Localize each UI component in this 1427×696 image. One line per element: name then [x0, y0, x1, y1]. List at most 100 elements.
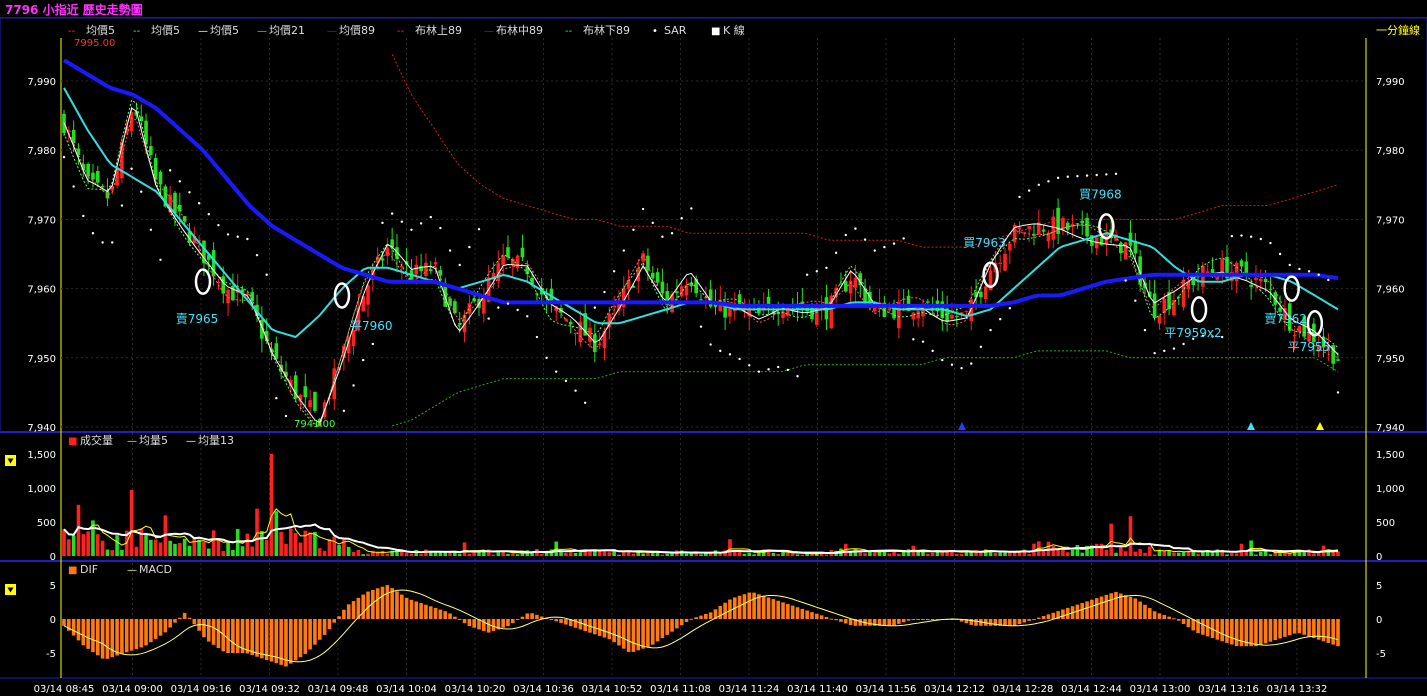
volume-bar	[250, 546, 255, 556]
candle-body	[149, 146, 153, 155]
candle-body	[954, 316, 959, 318]
volume-bar	[1302, 552, 1307, 556]
ma5-white-line	[63, 107, 1339, 424]
legend-marker: —	[484, 26, 494, 37]
sar-dot	[1114, 172, 1118, 176]
y-tick-label-left: 7,940	[27, 423, 56, 434]
candle-body	[95, 170, 100, 183]
dif-bar	[1094, 598, 1099, 619]
legend-label: 布林下89	[583, 23, 630, 37]
legend-label: 成交量	[80, 433, 113, 447]
dif-bar	[346, 604, 351, 619]
dif-bar	[337, 616, 341, 619]
dif-bar	[926, 619, 930, 620]
dif-bar	[448, 613, 452, 619]
candle-body	[453, 301, 457, 314]
volume-bar	[1104, 549, 1109, 556]
candle-body	[1003, 253, 1007, 271]
legend-marker: ■	[68, 565, 77, 576]
annotation-circle	[1190, 296, 1208, 323]
legend-label: 均價89	[339, 23, 375, 37]
dif-bar	[781, 602, 785, 619]
dif-bar	[375, 588, 380, 619]
volume-bar	[361, 554, 365, 556]
macd-panel-toggle-button[interactable]	[5, 584, 16, 595]
candle-body	[679, 286, 684, 297]
sar-dot	[593, 306, 597, 309]
dif-bar	[1283, 619, 1287, 637]
sar-dot	[236, 235, 239, 238]
dif-bar	[134, 619, 139, 650]
volume-bar	[491, 554, 496, 556]
dif-bar	[1287, 619, 1292, 636]
x-tick-label: 03/14 10:52	[582, 684, 643, 695]
dif-bar	[428, 606, 433, 619]
volume-bar	[462, 542, 467, 556]
y-tick-label-left: 7,980	[27, 146, 56, 157]
dif-bar	[776, 600, 781, 619]
dif-bar	[704, 613, 708, 619]
y-tick-label-right: 7,950	[1376, 354, 1405, 365]
dif-bar	[665, 619, 670, 635]
dif-bar	[1143, 604, 1147, 619]
dif-bar	[1167, 616, 1171, 619]
dif-bar	[631, 619, 636, 652]
ma5-green-line	[63, 99, 1339, 427]
sar-dot	[641, 207, 645, 211]
volume-bar	[419, 554, 423, 556]
candle-body	[1041, 229, 1046, 232]
dif-bar	[699, 615, 703, 619]
dif-bar	[901, 619, 906, 623]
volume-bar	[168, 540, 172, 556]
sar-dot	[1124, 279, 1127, 282]
volume-bar	[182, 538, 187, 556]
dif-bar	[178, 617, 182, 619]
volume-bar	[457, 553, 462, 556]
sar-dot	[1336, 391, 1340, 394]
macd-tick-label-left: 5	[50, 581, 56, 592]
sar-dot	[535, 335, 539, 339]
volume-bar	[747, 552, 752, 556]
dif-bar	[684, 619, 689, 622]
volume-panel-toggle-button[interactable]	[5, 455, 16, 466]
dif-bar	[689, 618, 694, 620]
volume-bars	[62, 454, 1340, 556]
volume-bar	[206, 548, 211, 556]
dif-bar	[467, 619, 472, 627]
candle-body	[1008, 243, 1012, 251]
dif-bar	[202, 619, 206, 638]
legend-label: 均價21	[269, 23, 305, 37]
dif-bar	[694, 617, 698, 619]
candle-body	[414, 264, 419, 275]
candle-body	[1017, 227, 1022, 230]
dif-bar	[443, 611, 448, 619]
legend-label: 布林中89	[496, 23, 543, 37]
sar-dot	[1230, 234, 1234, 238]
chart-title: 7796 小指近 歷史走勢圖	[5, 3, 143, 17]
dif-bar	[332, 619, 337, 623]
ma5-red-line	[63, 117, 1339, 426]
volume-bar	[1162, 551, 1167, 556]
sar-dot	[140, 190, 143, 193]
macd-tick-label-right: -5	[1376, 649, 1386, 660]
dif-bar	[1157, 613, 1162, 619]
candle-body	[501, 255, 505, 265]
candle-body	[950, 314, 954, 319]
dif-bar	[1225, 619, 1229, 643]
dif-bar	[708, 612, 713, 619]
dif-bar	[1297, 619, 1302, 634]
sar-dot	[390, 212, 394, 215]
volume-bar	[245, 533, 250, 556]
x-tick-label: 03/14 12:44	[1061, 684, 1122, 695]
candle-body	[366, 285, 370, 305]
dif-bar	[906, 619, 911, 621]
volume-bar	[742, 553, 747, 556]
sar-dot	[815, 270, 819, 273]
volume-bar	[1065, 552, 1070, 556]
dif-bar	[742, 594, 747, 619]
sar-dot	[564, 379, 568, 383]
volume-bar	[868, 551, 872, 556]
sar-dot	[1259, 237, 1262, 241]
sar-dot	[1037, 183, 1041, 186]
volume-bar	[100, 540, 105, 556]
